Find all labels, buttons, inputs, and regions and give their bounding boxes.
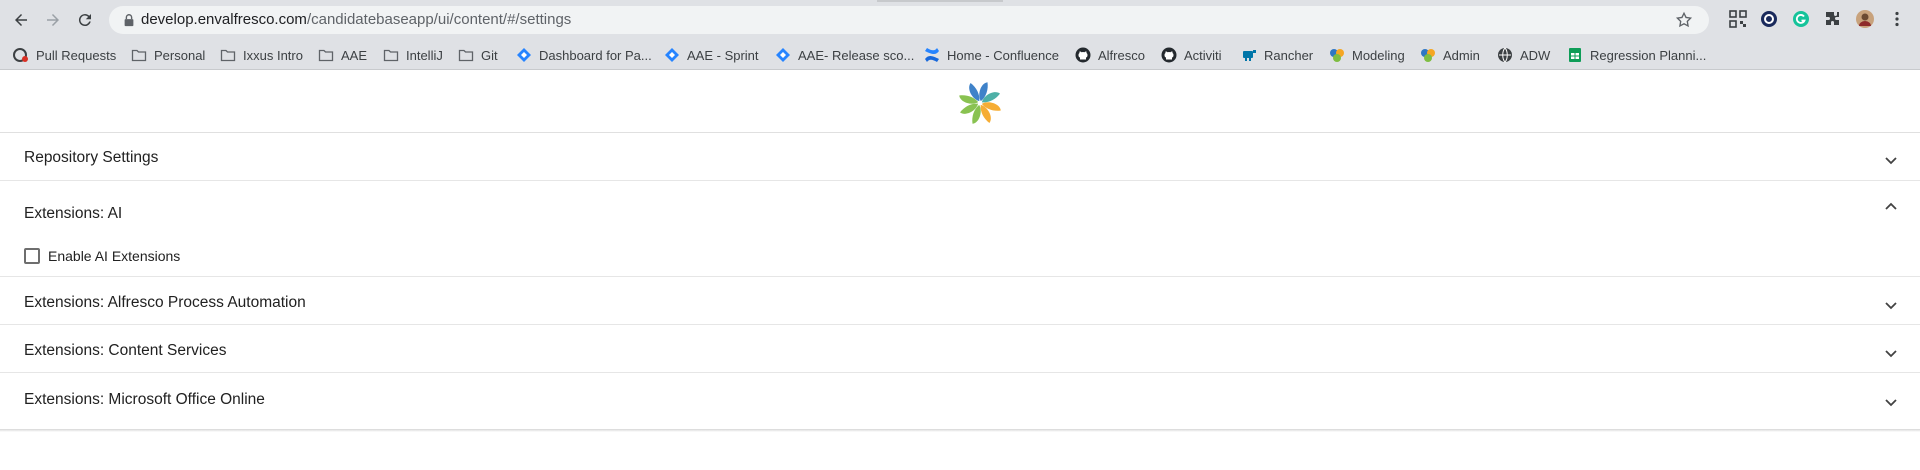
panel-header-extensions-office-online[interactable]: Extensions: Microsoft Office Online (0, 373, 1920, 420)
chevron-up-icon (1883, 199, 1899, 215)
folder-icon (318, 47, 334, 63)
chevron-down-icon (1883, 394, 1899, 410)
bookmark-label: Alfresco (1098, 47, 1145, 63)
bookmark-activiti[interactable]: Activiti (1161, 45, 1222, 65)
browser-toolbar: develop.envalfresco.com/candidatebaseapp… (0, 0, 1920, 40)
bookmark-aae-release-sco[interactable]: AAE- Release sco... (775, 45, 914, 65)
bookmark-label: ADW (1520, 47, 1551, 63)
grammarly-icon[interactable] (1791, 9, 1811, 29)
lock-icon (124, 14, 134, 27)
qr-code-icon[interactable] (1728, 9, 1748, 29)
alfresco-icon (1420, 47, 1436, 63)
bookmark-label: AAE - Sprint (687, 47, 759, 63)
bookmark-label: Activiti (1184, 47, 1222, 63)
bookmark-modeling[interactable]: Modeling (1329, 45, 1405, 65)
url-text: develop.envalfresco.com/candidatebaseapp… (141, 12, 571, 28)
app-header (0, 70, 1920, 133)
bookmark-intellij[interactable]: IntelliJ (383, 45, 443, 65)
bookmark-label: Ixxus Intro (243, 47, 303, 63)
github-icon (1161, 47, 1177, 63)
panel-title: Extensions: AI (24, 205, 123, 222)
url-path: /candidatebaseapp/ui/content/#/settings (306, 11, 572, 28)
bookmark-pull-requests[interactable]: Pull Requests (13, 45, 116, 65)
puzzle-icon[interactable] (1823, 9, 1843, 29)
globe-icon (1497, 47, 1513, 63)
arrow-right-icon (47, 14, 59, 26)
panel-title: Repository Settings (24, 149, 159, 166)
bookmark-label: Dashboard for Pa... (539, 47, 652, 63)
accordion-shadow (0, 429, 1920, 432)
bookmark-label: Modeling (1352, 47, 1405, 63)
pull-request-icon (13, 47, 29, 63)
folder-icon (458, 47, 474, 63)
bookmark-ixxus-intro[interactable]: Ixxus Intro (220, 45, 303, 65)
bookmark-label: Regression Planni... (1590, 47, 1707, 63)
avatar[interactable] (1855, 9, 1875, 29)
panel-title: Extensions: Microsoft Office Online (24, 391, 265, 408)
bookmark-aae[interactable]: AAE (318, 45, 367, 65)
bookmark-git[interactable]: Git (458, 45, 498, 65)
bookmark-alfresco[interactable]: Alfresco (1075, 45, 1145, 65)
jira-icon (775, 47, 791, 63)
bookmark-rancher[interactable]: Rancher (1241, 45, 1313, 65)
panel-repository-settings: Repository Settings (0, 133, 1920, 181)
sheets-icon (1567, 47, 1583, 63)
bookmark-label: Git (481, 47, 498, 63)
panel-header-extensions-ai[interactable]: Extensions: AI (0, 181, 1920, 228)
back-button[interactable] (9, 8, 33, 32)
bookmark-label: AAE (341, 47, 368, 63)
checkbox-label: Enable AI Extensions (48, 248, 181, 264)
kebab-menu-icon[interactable] (1887, 9, 1907, 29)
rancher-icon (1241, 47, 1257, 63)
url-host: develop.envalfresco.com (141, 11, 307, 28)
bookmark-label: Pull Requests (36, 47, 117, 63)
arrow-left-icon (15, 14, 27, 26)
chevron-down-icon (1883, 345, 1899, 361)
panel-title: Extensions: Content Services (24, 342, 227, 359)
address-bar[interactable]: develop.envalfresco.com/candidatebaseapp… (109, 6, 1709, 34)
folder-icon (131, 47, 147, 63)
panel-title: Extensions: Alfresco Process Automation (24, 294, 306, 311)
bookmark-admin[interactable]: Admin (1420, 45, 1480, 65)
bookmark-aae-sprint[interactable]: AAE - Sprint (664, 45, 759, 65)
bookmark-personal[interactable]: Personal (131, 45, 205, 65)
bookmark-regression-planni[interactable]: Regression Planni... (1567, 45, 1706, 65)
panel-header-extensions-process-automation[interactable]: Extensions: Alfresco Process Automation (0, 277, 1920, 324)
reload-button[interactable] (73, 8, 97, 32)
bookmarks-bar: Pull Requests Personal Ixxus Intro AAE Intel… (0, 40, 1920, 70)
bookmark-label: Home - Confluence (947, 47, 1059, 63)
bookmark-label: Admin (1443, 47, 1480, 63)
folder-icon (220, 47, 236, 63)
panel-body-extensions-ai: Enable AI Extensions (0, 228, 1920, 277)
checkbox-box[interactable] (24, 248, 40, 264)
panel-header-extensions-content-services[interactable]: Extensions: Content Services (0, 325, 1920, 372)
bookmark-label: Rancher (1264, 47, 1314, 63)
alfresco-icon (1329, 47, 1345, 63)
forward-button[interactable] (41, 8, 65, 32)
bookmark-label: Personal (154, 47, 206, 63)
panel-extensions-process-automation: Extensions: Alfresco Process Automation (0, 277, 1920, 325)
bookmark-dashboard-for-pa[interactable]: Dashboard for Pa... (516, 45, 652, 65)
jira-icon (664, 47, 680, 63)
alfresco-logo[interactable] (955, 78, 1005, 128)
confluence-icon (924, 47, 940, 63)
chevron-down-icon (1883, 152, 1899, 168)
panel-extensions-content-services: Extensions: Content Services (0, 325, 1920, 373)
bookmark-adw[interactable]: ADW (1497, 45, 1550, 65)
enable-ai-extensions-checkbox[interactable]: Enable AI Extensions (24, 246, 180, 266)
bookmark-label: AAE- Release sco... (798, 47, 915, 63)
reload-icon (78, 14, 91, 27)
tab-strip-edge (877, 0, 1003, 2)
bookmark-label: IntelliJ (406, 47, 443, 63)
chevron-down-icon (1883, 297, 1899, 313)
panel-header-repository-settings[interactable]: Repository Settings (0, 133, 1920, 180)
star-icon[interactable] (1675, 11, 1693, 29)
jira-icon (516, 47, 532, 63)
panel-extensions-ai: Extensions: AI Enable AI Extensions (0, 181, 1920, 277)
bookmark-home-confluence[interactable]: Home - Confluence (924, 45, 1059, 65)
panel-extensions-office-online: Extensions: Microsoft Office Online (0, 373, 1920, 429)
extension-circle-icon[interactable] (1759, 9, 1779, 29)
folder-icon (383, 47, 399, 63)
github-icon (1075, 47, 1091, 63)
